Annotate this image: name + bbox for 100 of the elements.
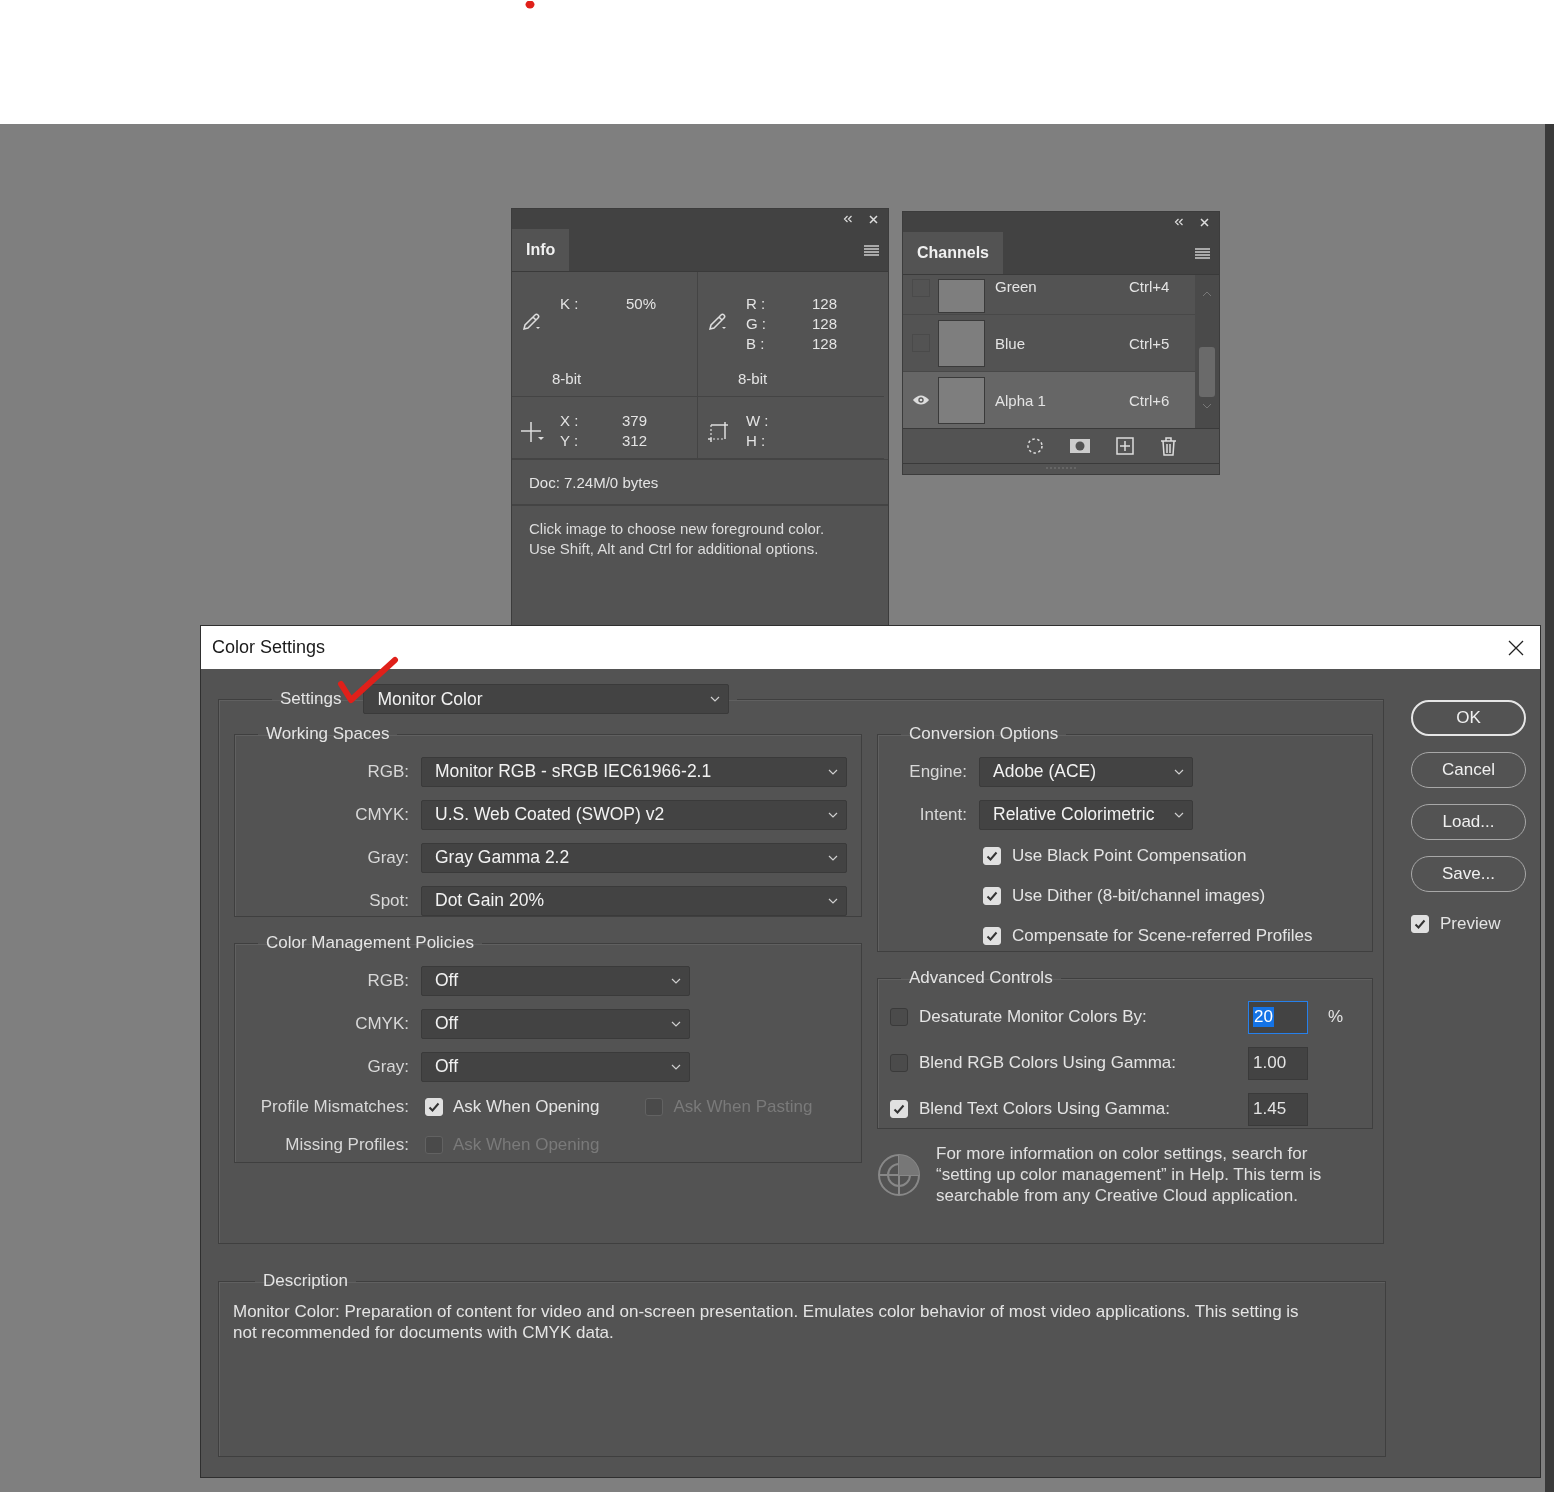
- chevron-down-icon: [828, 854, 838, 861]
- collapse-icon[interactable]: [1174, 218, 1184, 226]
- close-icon[interactable]: [1508, 639, 1524, 656]
- panel-tab[interactable]: Channels: [903, 232, 1003, 274]
- hint-text: Click image to choose new foreground color.: [529, 519, 826, 539]
- readout-label: W :: [746, 411, 770, 431]
- eyedropper-icon: [521, 310, 543, 332]
- profile-dropdown[interactable]: U.S. Web Coated (SWOP) v2: [421, 799, 847, 830]
- selection-size-icon: [707, 421, 729, 443]
- readout-label: H :: [746, 431, 767, 451]
- menu-icon[interactable]: [864, 244, 879, 256]
- readout-value: 50%: [626, 294, 657, 314]
- unit-label: %: [1328, 1007, 1344, 1027]
- channel-thumbnail: [938, 376, 985, 424]
- readout-label: B :: [746, 334, 766, 354]
- checkbox-label: Desaturate Monitor Colors By:: [919, 1007, 1148, 1027]
- chevron-down-icon: [828, 897, 838, 904]
- dialog-button[interactable]: OK: [1411, 700, 1526, 736]
- field-label: Spot:: [368, 890, 409, 911]
- field-label: Intent:: [918, 804, 967, 825]
- channel-thumbnail: [938, 279, 985, 313]
- chevron-down-icon: [671, 1020, 681, 1027]
- readout-label: R :: [746, 294, 767, 314]
- profile-dropdown[interactable]: Gray Gamma 2.2: [421, 842, 847, 873]
- readout-value: 128: [812, 314, 838, 334]
- mask-icon[interactable]: [1070, 438, 1090, 454]
- group-title: Advanced Controls: [909, 968, 1053, 987]
- channel-name: Alpha 1: [995, 391, 1047, 409]
- chevron-down-icon: [828, 811, 838, 818]
- scrollbar[interactable]: [1195, 275, 1219, 428]
- scrollbar-thumb[interactable]: [1199, 347, 1215, 397]
- readout-value: 379: [622, 411, 648, 431]
- field-label: CMYK:: [354, 1013, 409, 1034]
- readout-label: X :: [560, 411, 580, 431]
- readout-label: Y :: [560, 431, 580, 451]
- chevron-down-icon: [1174, 811, 1184, 818]
- profile-dropdown[interactable]: Dot Gain 20%: [421, 885, 847, 916]
- policy-dropdown[interactable]: Off: [421, 965, 690, 996]
- conversion-dropdown[interactable]: Relative Colorimetric: [979, 799, 1193, 830]
- field-label: Profile Mismatches:: [259, 1097, 409, 1117]
- crosshair-icon: [521, 421, 545, 443]
- group-title: Conversion Options: [909, 724, 1059, 743]
- channel-shortcut: Ctrl+6: [1129, 391, 1170, 409]
- channel-shortcut: Ctrl+4: [1129, 278, 1170, 295]
- chevron-down-icon: [671, 1063, 681, 1070]
- dialog-button[interactable]: Cancel: [1411, 752, 1526, 788]
- eyedropper-icon: [707, 310, 729, 332]
- bit-depth: 8-bit: [552, 370, 582, 387]
- checkbox[interactable]: [890, 1008, 908, 1026]
- policy-dropdown[interactable]: Off: [421, 1008, 690, 1039]
- chevron-down-icon: [1174, 768, 1184, 775]
- number-field[interactable]: 1.00: [1248, 1046, 1308, 1080]
- hint-text: Use Shift, Alt and Ctrl for additional options.: [529, 539, 820, 559]
- channel-name: Green: [995, 278, 1038, 295]
- collapse-icon[interactable]: [843, 215, 853, 223]
- chevron-down-icon: [710, 696, 721, 702]
- group-title: Color Management Policies: [266, 933, 474, 952]
- readout-value: 312: [622, 431, 648, 451]
- readout-label: G :: [746, 314, 767, 334]
- dialog-button[interactable]: Load...: [1411, 804, 1526, 840]
- trash-icon[interactable]: [1160, 436, 1177, 456]
- globe-icon: [877, 1152, 921, 1197]
- checkbox-label: Blend Text Colors Using Gamma:: [919, 1099, 1171, 1119]
- channel-thumbnail: [938, 319, 985, 367]
- channel-shortcut: Ctrl+5: [1129, 334, 1170, 352]
- panel-tab[interactable]: Info: [512, 229, 570, 271]
- field-label: Engine:: [908, 761, 967, 782]
- number-field[interactable]: 1.45: [1248, 1092, 1308, 1126]
- document-size: Doc: 7.24M/0 bytes: [529, 473, 659, 491]
- chevron-down-icon: [828, 768, 838, 775]
- field-label: RGB:: [366, 761, 409, 782]
- policy-dropdown[interactable]: Off: [421, 1051, 690, 1082]
- checkbox-label: Blend RGB Colors Using Gamma:: [919, 1053, 1177, 1073]
- field-label: RGB:: [366, 970, 409, 991]
- field-label: Missing Profiles:: [284, 1135, 409, 1155]
- field-label: Gray:: [366, 847, 409, 868]
- checkbox-label: Preview: [1440, 914, 1501, 934]
- bit-depth: 8-bit: [738, 370, 768, 387]
- dotted-circle-icon[interactable]: [1026, 437, 1044, 455]
- add-icon[interactable]: [1116, 437, 1134, 455]
- field-label: Gray:: [366, 1056, 409, 1077]
- checkbox-label: Compensate for Scene-referred Profiles: [1012, 926, 1313, 946]
- group-title: Description: [263, 1271, 349, 1290]
- menu-icon[interactable]: [1195, 247, 1210, 259]
- group-title: Working Spaces: [266, 724, 390, 743]
- chevron-down-icon: [671, 977, 681, 984]
- description-text: Monitor Color: Preparation of content for video and on-screen presentation. Emulates color behavior of most video applications. This setting is not recommended for documents with CMYK data.: [233, 1301, 1300, 1343]
- readout-value: 128: [812, 334, 838, 354]
- help-text: For more information on color settings, search for “setting up color management” in Help. This term is searchable from any Creative Cloud application.: [936, 1143, 1323, 1206]
- number-field[interactable]: 20: [1248, 1000, 1308, 1034]
- field-label: Settings: [280, 689, 342, 709]
- checkbox[interactable]: [890, 1054, 908, 1072]
- conversion-dropdown[interactable]: Adobe (ACE): [979, 756, 1193, 787]
- dialog-button[interactable]: Save...: [1411, 856, 1526, 892]
- checkbox-label: Use Black Point Compensation: [1012, 846, 1247, 866]
- checkbox-label: Use Dither (8-bit/channel images): [1012, 886, 1266, 906]
- profile-dropdown[interactable]: Monitor RGB - sRGB IEC61966-2.1: [421, 756, 847, 787]
- channel-row[interactable]: Alpha 1 Ctrl+6: [903, 372, 1195, 428]
- settings-dropdown[interactable]: Monitor Color: [363, 684, 730, 714]
- dialog-title: Color Settings: [212, 637, 326, 658]
